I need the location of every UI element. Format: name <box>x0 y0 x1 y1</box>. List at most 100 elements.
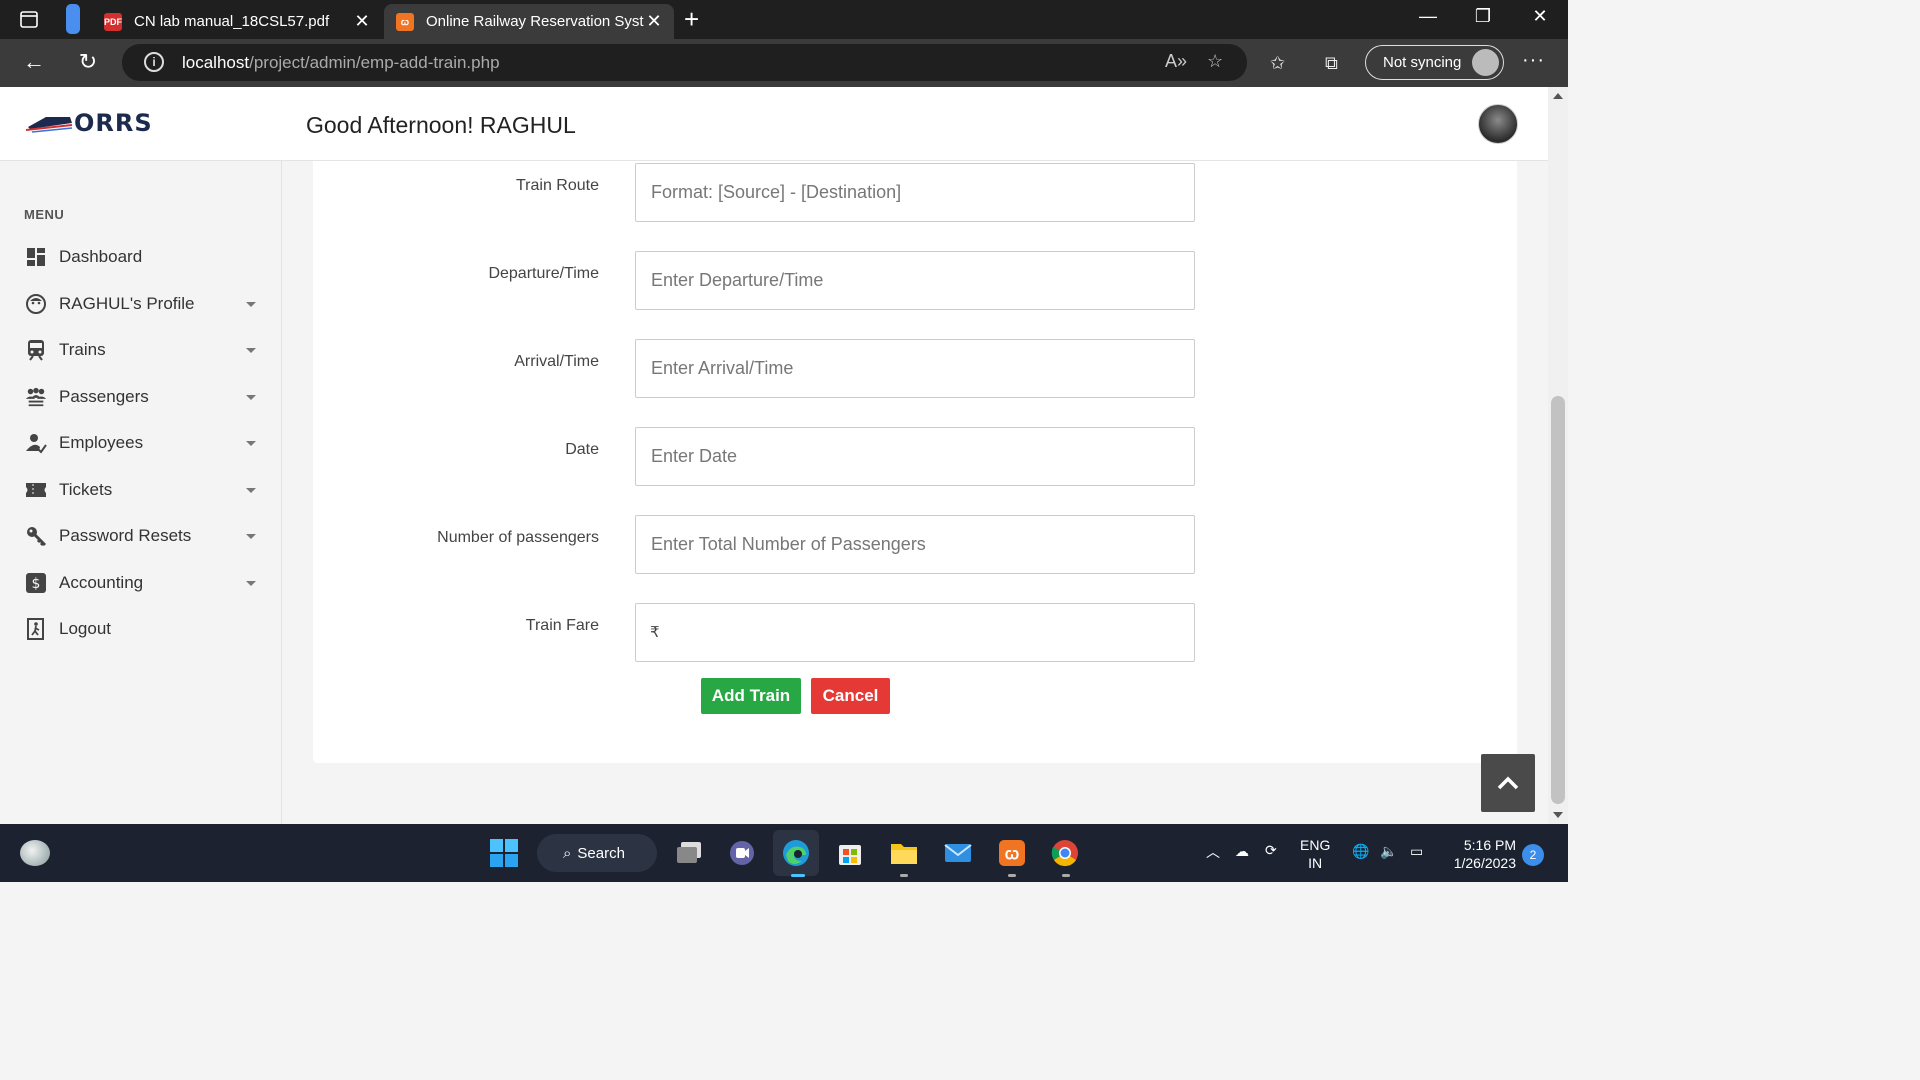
train-fare-label: Train Fare <box>525 617 599 634</box>
read-aloud-icon[interactable]: A» <box>1165 51 1187 72</box>
edge-icon[interactable] <box>773 830 819 876</box>
chevron-down-icon <box>246 347 256 353</box>
vertical-tabs-icon[interactable] <box>66 4 80 34</box>
sidebar-item-logout[interactable]: Logout <box>0 609 282 649</box>
greeting-text: Good Afternoon! RAGHUL <box>306 112 576 138</box>
sidebar-item-profile[interactable]: RAGHUL's Profile <box>0 284 282 324</box>
clock-date: 1/26/2023 <box>1453 855 1516 871</box>
chrome-icon[interactable] <box>1047 835 1083 871</box>
form-row-date: Date <box>313 427 1517 487</box>
app-logo[interactable]: ORRS <box>25 109 153 137</box>
sidebar-item-dashboard[interactable]: Dashboard <box>0 237 282 277</box>
mail-icon[interactable] <box>940 835 976 871</box>
notification-badge[interactable]: 2 <box>1522 844 1544 866</box>
collections-icon[interactable]: ⧉ <box>1325 53 1338 74</box>
weather-icon[interactable] <box>20 840 50 866</box>
restore-icon[interactable]: ❐ <box>1468 6 1498 27</box>
windows-start-icon[interactable] <box>486 835 522 871</box>
minimize-icon[interactable]: — <box>1413 6 1443 27</box>
url-field[interactable]: i localhost/project/admin/emp-add-train.… <box>122 44 1247 81</box>
ticket-icon <box>25 479 47 501</box>
app-running-indicator <box>1062 874 1070 877</box>
app-running-indicator <box>900 874 908 877</box>
user-avatar[interactable] <box>1478 104 1518 144</box>
browser-address-bar: ← ↻ i localhost/project/admin/emp-add-tr… <box>0 39 1568 87</box>
cancel-button[interactable]: Cancel <box>811 678 890 714</box>
sync-status-icon[interactable]: ⟳ <box>1265 842 1277 859</box>
url-text[interactable]: localhost/project/admin/emp-add-train.ph… <box>182 53 500 73</box>
taskbar-search-button[interactable]: ⌕ Search <box>537 834 657 872</box>
clock-time: 5:16 PM <box>1463 837 1516 853</box>
tab-label: CN lab manual_18CSL57.pdf <box>134 13 330 30</box>
scroll-up-icon[interactable] <box>1553 93 1563 99</box>
sync-label: Not syncing <box>1383 54 1462 71</box>
sync-button[interactable]: Not syncing <box>1365 45 1504 80</box>
active-app-indicator <box>791 874 805 877</box>
app-running-indicator <box>1008 874 1016 877</box>
form-row-route: Train Route <box>313 163 1517 223</box>
add-train-button[interactable]: Add Train <box>701 678 801 714</box>
pdf-icon: PDF <box>104 12 122 31</box>
sidebar-item-passengers[interactable]: Passengers <box>0 377 282 417</box>
app-header: ORRS Good Afternoon! RAGHUL <box>0 87 1548 161</box>
passengers-count-input[interactable] <box>635 515 1195 574</box>
scrollbar-thumb[interactable] <box>1551 396 1565 804</box>
tab-pdf[interactable]: PDF CN lab manual_18CSL57.pdf ✕ <box>92 4 382 39</box>
sidebar-item-accounting[interactable]: $ Accounting <box>0 563 282 603</box>
search-icon: ⌕ <box>563 844 572 862</box>
main-content: Train Route Departure/Time Arrival/Time … <box>282 161 1548 824</box>
tab-close-icon[interactable]: ✕ <box>644 11 664 32</box>
sidebar-item-employees[interactable]: Employees <box>0 423 282 463</box>
xampp-app-icon[interactable]: ꞷ <box>994 835 1030 871</box>
date-input[interactable] <box>635 427 1195 486</box>
scroll-to-top-button[interactable] <box>1481 754 1535 812</box>
page-scrollbar[interactable] <box>1548 87 1568 824</box>
volume-icon[interactable]: 🔈 <box>1380 843 1397 860</box>
train-logo-icon <box>25 111 74 135</box>
favorites-icon[interactable]: ✩ <box>1270 53 1285 74</box>
task-view-icon[interactable] <box>671 835 707 871</box>
tab-actions-icon[interactable] <box>14 8 44 32</box>
sidebar-item-label: Accounting <box>59 573 144 592</box>
chevron-down-icon <box>246 533 256 539</box>
sidebar-item-label: Dashboard <box>59 247 143 266</box>
window-close-icon[interactable]: ✕ <box>1525 6 1555 27</box>
tab-railway[interactable]: ꞷ Online Railway Reservation Syste ✕ <box>384 4 674 39</box>
site-info-icon[interactable]: i <box>144 52 164 72</box>
sidebar-item-label: Employees <box>59 433 144 452</box>
file-explorer-icon[interactable] <box>886 835 922 871</box>
sidebar-item-trains[interactable]: Trains <box>0 330 282 370</box>
arrival-time-input[interactable] <box>635 339 1195 398</box>
browser-tab-bar: PDF CN lab manual_18CSL57.pdf ✕ ꞷ Online… <box>0 0 1568 39</box>
chat-icon[interactable] <box>724 835 760 871</box>
system-clock[interactable]: 5:16 PM 1/26/2023 <box>1444 836 1516 872</box>
svg-text:ꞷ: ꞷ <box>1005 844 1019 863</box>
train-icon <box>25 339 47 361</box>
store-icon[interactable] <box>832 835 868 871</box>
employees-icon <box>25 432 47 454</box>
more-options-icon[interactable]: ··· <box>1522 49 1545 72</box>
back-icon[interactable]: ← <box>19 49 49 75</box>
onedrive-icon[interactable]: ☁ <box>1235 843 1249 860</box>
new-tab-icon[interactable]: + <box>684 4 699 35</box>
tab-label: Online Railway Reservation Syste <box>426 13 644 30</box>
tab-close-icon[interactable]: ✕ <box>352 11 372 32</box>
add-favorite-icon[interactable]: ☆ <box>1207 51 1223 72</box>
sidebar-item-tickets[interactable]: Tickets <box>0 470 282 510</box>
chevron-down-icon <box>246 394 256 400</box>
train-fare-input[interactable] <box>635 603 1195 662</box>
language-indicator[interactable]: ENG IN <box>1300 836 1330 872</box>
show-hidden-icons-icon[interactable]: ︿ <box>1206 842 1220 862</box>
scroll-down-icon[interactable] <box>1553 812 1563 818</box>
refresh-icon[interactable]: ↻ <box>73 49 103 75</box>
sidebar-item-label: RAGHUL's Profile <box>59 294 195 313</box>
battery-icon[interactable]: ▭ <box>1410 843 1423 860</box>
arrival-time-label: Arrival/Time <box>514 353 599 370</box>
xampp-icon: ꞷ <box>396 12 414 31</box>
sidebar-item-label: Trains <box>59 340 106 359</box>
profile-icon <box>25 293 47 315</box>
sidebar-item-password-resets[interactable]: Password Resets <box>0 516 282 556</box>
train-route-input[interactable] <box>635 163 1195 222</box>
network-icon[interactable]: 🌐 <box>1352 843 1369 860</box>
departure-time-input[interactable] <box>635 251 1195 310</box>
